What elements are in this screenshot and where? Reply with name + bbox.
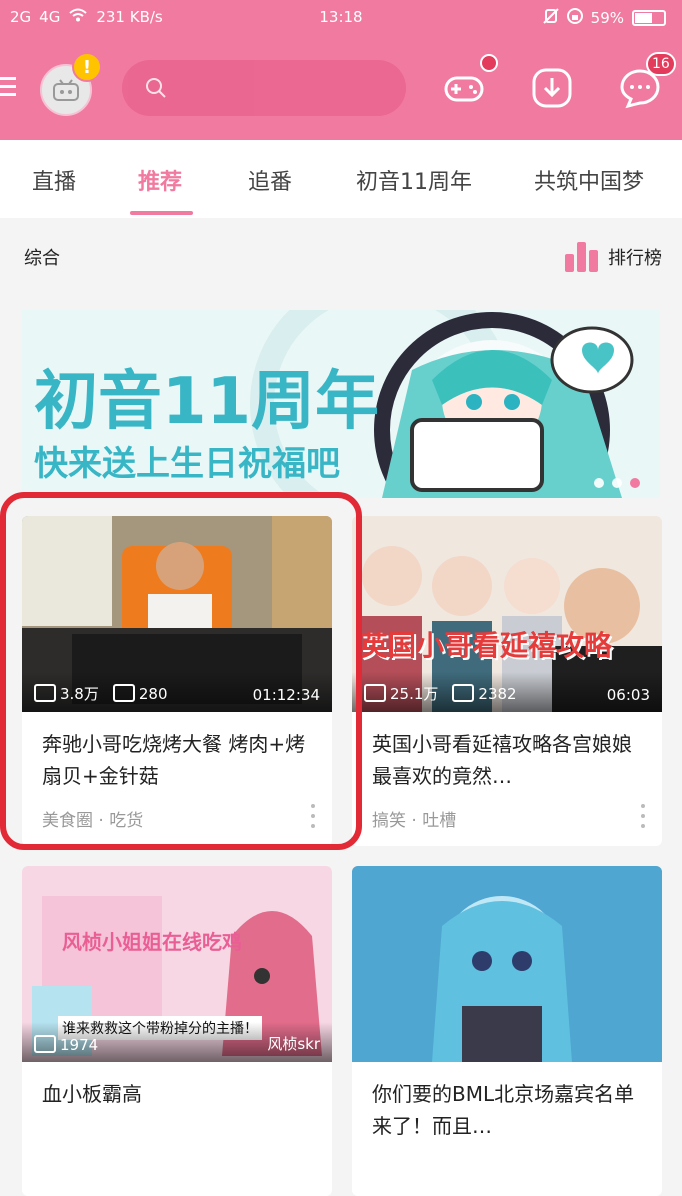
thumb-caption: 风桢小姐姐在线吃鸡	[62, 930, 242, 954]
ranking-button[interactable]: 排行榜	[565, 242, 662, 272]
danmaku-icon	[112, 684, 135, 702]
video-card[interactable]: 3.8万 280 01:12:34 奔驰小哥吃烧烤大餐 烤肉+烤扇贝+金针菇 美…	[22, 516, 332, 846]
ranking-icon	[565, 242, 598, 272]
active-tab-indicator	[130, 211, 193, 215]
section-title: 综合	[24, 248, 60, 269]
lock-icon	[566, 8, 583, 28]
video-category[interactable]: 搞笑 · 吐槽	[372, 806, 456, 831]
ranking-label: 排行榜	[608, 248, 662, 269]
video-card[interactable]: 风桢小姐姐在线吃鸡 谁来救救这个带粉掉分的主播！ 1974 风桢skr 血小板霸…	[22, 866, 332, 1196]
game-dot-badge	[480, 54, 498, 72]
message-count-badge: 16	[646, 52, 676, 76]
views-count: 3.8万	[60, 685, 99, 703]
status-bar: 2G 4G 231 KB/s 13:18 59%	[0, 0, 682, 36]
game-center-button[interactable]	[442, 54, 498, 110]
video-card[interactable]: 你们要的BML北京场嘉宾名单来了！而且…	[352, 866, 662, 1196]
tab-recommend[interactable]: 推荐	[138, 164, 182, 196]
video-thumbnail: 风桢小姐姐在线吃鸡 谁来救救这个带粉掉分的主播！ 1974 风桢skr	[22, 866, 332, 1062]
pager-dot	[630, 478, 640, 488]
banner-subtitle: 快来送上生日祝福吧	[34, 444, 340, 484]
download-icon	[532, 68, 572, 108]
mute-icon	[542, 8, 559, 28]
battery-percent: 59%	[590, 9, 624, 27]
more-options-button[interactable]	[308, 804, 318, 828]
video-title: 你们要的BML北京场嘉宾名单来了！而且…	[372, 1082, 635, 1138]
more-options-button[interactable]	[638, 804, 648, 828]
download-button[interactable]	[530, 66, 574, 110]
video-thumbnail: 英国小哥看延禧攻略 25.1万 2382 06:03	[352, 516, 662, 712]
app-bar: ! 16	[0, 36, 682, 140]
play-icon	[364, 684, 386, 702]
video-title: 血小板霸高	[42, 1082, 142, 1106]
pager-dot	[612, 478, 622, 488]
views-stat: 1974	[34, 1035, 98, 1054]
views-count: 1974	[60, 1036, 99, 1054]
video-stats: 25.1万 2382	[364, 683, 517, 704]
gamepad-icon	[444, 76, 484, 102]
danmaku-stat: 2382	[452, 684, 517, 703]
watermark: 风桢skr	[267, 1035, 320, 1053]
play-icon	[34, 684, 56, 702]
search-input[interactable]	[122, 60, 406, 116]
play-icon	[34, 1035, 56, 1053]
tab-miku[interactable]: 初音11周年	[356, 164, 472, 196]
promo-banner[interactable]: 初音11周年 快来送上生日祝福吧	[22, 310, 660, 498]
video-stats: 3.8万 280	[34, 683, 168, 704]
video-stats: 1974	[34, 1035, 98, 1054]
tab-live[interactable]: 直播	[32, 164, 76, 196]
tab-china-dream[interactable]: 共筑中国梦	[534, 164, 644, 196]
banner-title: 初音11周年	[34, 365, 380, 439]
views-stat: 25.1万	[364, 683, 438, 704]
video-title: 奔驰小哥吃烧烤大餐 烤肉+烤扇贝+金针菇	[42, 732, 306, 788]
video-thumbnail: 3.8万 280 01:12:34	[22, 516, 332, 712]
menu-icon[interactable]	[0, 72, 18, 100]
danmaku-icon	[452, 684, 475, 702]
duration: 01:12:34	[252, 686, 320, 704]
duration: 06:03	[606, 686, 650, 704]
notification-badge: !	[72, 52, 102, 82]
danmaku-stat: 280	[112, 684, 168, 703]
banner-pager	[594, 478, 640, 488]
category-tabs: 直播 推荐 追番 初音11周年 共筑中国梦	[0, 140, 682, 218]
danmaku-count: 280	[138, 685, 168, 703]
video-thumbnail	[352, 866, 662, 1062]
thumb-caption: 英国小哥看延禧攻略	[360, 629, 613, 662]
search-icon	[146, 78, 166, 98]
danmaku-count: 2382	[478, 685, 517, 703]
messages-button[interactable]: 16	[618, 52, 676, 110]
video-title: 英国小哥看延禧攻略各宫娘娘 最喜欢的竟然…	[372, 732, 632, 788]
tab-bangumi[interactable]: 追番	[248, 164, 292, 196]
views-stat: 3.8万	[34, 683, 99, 704]
battery-icon	[632, 10, 666, 26]
video-card[interactable]: 英国小哥看延禧攻略 25.1万 2382 06:03 英国小哥看延禧攻略各宫娘娘…	[352, 516, 662, 846]
views-count: 25.1万	[390, 685, 439, 703]
pager-dot	[594, 478, 604, 488]
video-category[interactable]: 美食圈 · 吃货	[42, 806, 143, 831]
section-header: 综合 排行榜	[0, 218, 682, 298]
